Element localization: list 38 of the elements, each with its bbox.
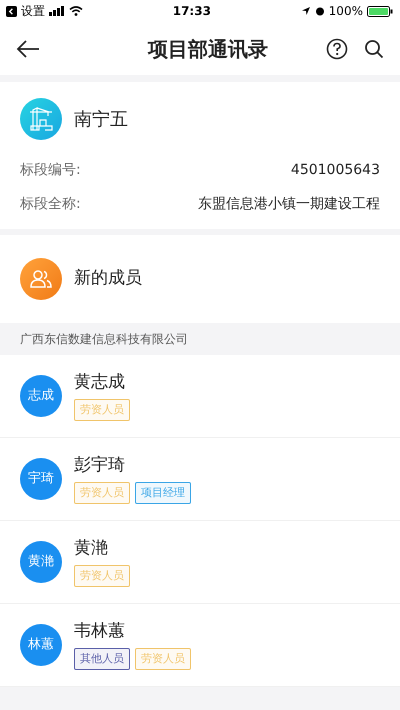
back-app-icon[interactable]	[6, 6, 17, 16]
avatar: 志成	[20, 375, 62, 417]
back-app-label[interactable]: 设置	[21, 2, 45, 20]
role-tag: 劳资人员	[135, 648, 191, 670]
role-tag: 其他人员	[74, 648, 130, 670]
member-row[interactable]: 林蕙 韦林蕙 其他人员 劳资人员	[0, 604, 400, 687]
search-icon[interactable]	[364, 38, 384, 58]
member-name: 黄志成	[74, 371, 126, 393]
role-tag: 劳资人员	[74, 399, 130, 421]
people-icon	[20, 258, 62, 300]
signal-icon	[49, 6, 65, 16]
avatar: 黄滟	[20, 541, 62, 583]
field-label: 标段全称:	[20, 195, 81, 214]
field-value: 4501005643	[290, 161, 380, 180]
member-name: 韦林蕙	[74, 620, 126, 642]
battery-percent: 100%	[328, 3, 363, 20]
page-title: 项目部通讯录	[148, 36, 268, 62]
project-name: 南宁五	[74, 108, 128, 132]
field-label: 标段编号:	[20, 161, 81, 180]
member-row[interactable]: 志成 黄志成 劳资人员	[0, 355, 400, 438]
clock: 17:33	[172, 3, 211, 20]
help-icon[interactable]	[326, 38, 348, 60]
location-icon	[300, 6, 311, 16]
member-name: 黄滟	[74, 537, 109, 559]
field-value: 东盟信息港小镇一期建设工程	[198, 195, 380, 214]
role-tag: 劳资人员	[74, 565, 130, 587]
role-tag: 劳资人员	[74, 482, 130, 504]
avatar: 宇琦	[20, 458, 62, 500]
avatar: 林蕙	[20, 624, 62, 666]
wifi-icon	[69, 6, 83, 16]
new-members-row[interactable]: 新的成员	[0, 235, 400, 323]
crane-icon	[20, 98, 62, 140]
role-tag: 项目经理	[135, 482, 191, 504]
new-members-label: 新的成员	[74, 267, 142, 290]
member-name: 彭宇琦	[74, 454, 126, 476]
member-row[interactable]: 宇琦 彭宇琦 劳资人员 项目经理	[0, 438, 400, 521]
battery-icon	[366, 6, 394, 16]
member-row[interactable]: 黄滟 黄滟 劳资人员	[0, 521, 400, 604]
